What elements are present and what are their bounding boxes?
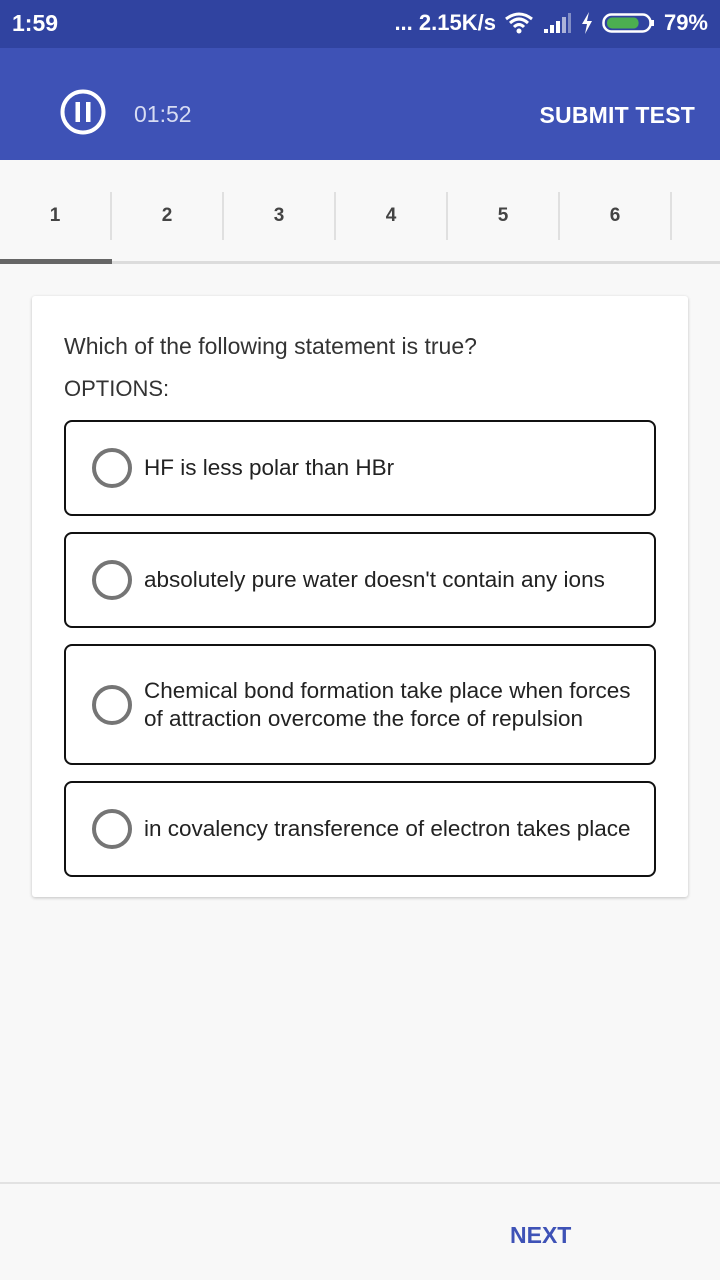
options-label: OPTIONS:	[64, 376, 170, 401]
option-2[interactable]: absolutely pure water doesn't contain an…	[64, 532, 656, 628]
selected-tab-indicator	[0, 259, 112, 264]
signal-icon	[543, 13, 571, 33]
option-1[interactable]: HF is less polar than HBr	[64, 420, 656, 516]
tab-label: 1	[49, 205, 61, 226]
tab-question-2[interactable]: 2	[112, 192, 224, 240]
tab-question-6[interactable]: 6	[560, 192, 672, 240]
tab-question-1[interactable]: 1	[0, 192, 112, 240]
tab-label: 2	[161, 205, 173, 226]
timer: 01:52	[134, 101, 192, 127]
option-text: absolutely pure water doesn't contain an…	[144, 567, 605, 592]
question-card: Which of the following statement is true…	[32, 296, 688, 897]
status-time: 1:59	[12, 10, 59, 36]
battery-icon	[602, 13, 654, 33]
option-3[interactable]: Chemical bond formation take place when …	[64, 644, 656, 765]
radio-unchecked-icon[interactable]	[92, 560, 132, 600]
tab-label: 3	[273, 205, 285, 226]
status-icons: ... 2.15K/s 79%	[394, 10, 708, 36]
option-text: HF is less polar than HBr	[144, 455, 395, 480]
pause-icon[interactable]	[60, 89, 106, 135]
radio-unchecked-icon[interactable]	[92, 448, 132, 488]
charging-icon	[581, 12, 592, 34]
next-button[interactable]: NEXT	[510, 1222, 571, 1249]
tab-label: 6	[609, 205, 621, 226]
tab-label: 4	[385, 205, 397, 226]
tab-question-4[interactable]: 4	[336, 192, 448, 240]
option-text: Chemical bond formation take place when …	[144, 677, 631, 731]
wifi-icon	[505, 12, 533, 34]
battery-percent: 79%	[663, 10, 708, 35]
status-bar: 1:59 ... 2.15K/s 79%	[0, 0, 720, 48]
tab-label: 5	[497, 205, 509, 226]
question-text: Which of the following statement is true…	[64, 333, 477, 359]
tab-question-3[interactable]: 3	[224, 192, 336, 240]
network-speed: ... 2.15K/s	[394, 10, 496, 35]
option-4[interactable]: in covalency transference of electron ta…	[64, 781, 656, 877]
option-text: in covalency transference of electron ta…	[144, 816, 631, 841]
app-bar: 01:52 SUBMIT TEST	[0, 48, 720, 160]
question-tabs: 1 2 3 4 5 6	[0, 160, 720, 264]
radio-unchecked-icon[interactable]	[92, 809, 132, 849]
submit-test-button[interactable]: SUBMIT TEST	[539, 102, 695, 129]
radio-unchecked-icon[interactable]	[92, 684, 132, 725]
bottom-bar: NEXT	[0, 1182, 720, 1280]
tab-question-5[interactable]: 5	[448, 192, 560, 240]
